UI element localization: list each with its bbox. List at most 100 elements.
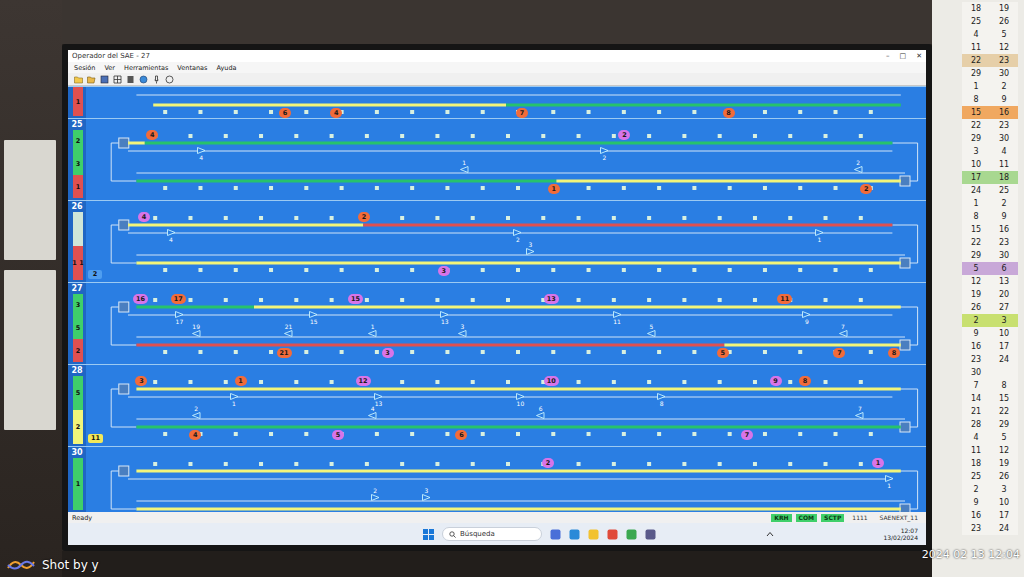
search-box[interactable]: Búsqueda <box>442 527 542 541</box>
train-badge[interactable]: 6 <box>279 108 291 118</box>
train-badge[interactable]: 13 <box>544 294 559 304</box>
train-badge[interactable]: 8 <box>723 108 735 118</box>
train-badge[interactable]: 4 <box>138 212 150 222</box>
tray-clock[interactable]: 12:0713/02/2024 <box>883 527 918 541</box>
window-title: Operador del SAE - 27 <box>72 52 150 60</box>
train-badge[interactable]: 2 <box>542 458 554 468</box>
window-control-button[interactable]: – <box>886 52 890 60</box>
taskbar-app-icon[interactable] <box>607 529 618 540</box>
menu-item[interactable]: Ventanas <box>177 64 207 72</box>
train-badge[interactable]: 3 <box>135 376 147 386</box>
calendar-day: 18 <box>962 457 990 470</box>
train-badge[interactable]: 9 <box>770 376 782 386</box>
menu-item[interactable]: Ver <box>104 64 115 72</box>
calendar-row: 1213 <box>962 275 1018 288</box>
calendar-day: 26 <box>990 470 1018 483</box>
calendar-day: 23 <box>990 54 1018 67</box>
disk-icon[interactable] <box>126 75 135 84</box>
right-arrow-icon <box>197 147 206 154</box>
train-badge[interactable]: 5 <box>717 348 729 358</box>
calendar-day: 28 <box>962 418 990 431</box>
window-control-button[interactable]: ✕ <box>916 52 922 60</box>
right-arrow-icon <box>885 475 894 482</box>
track-diagram <box>86 87 926 118</box>
menu-item[interactable]: Sesión <box>74 64 95 72</box>
tray-chevron-icon[interactable] <box>766 531 774 537</box>
train-badge[interactable]: 4 <box>189 430 201 440</box>
left-arrow-icon <box>536 412 545 419</box>
train-badge[interactable]: 7 <box>516 108 528 118</box>
calendar-row: 23 <box>962 483 1018 496</box>
calendar-day: 9 <box>962 327 990 340</box>
globe-icon[interactable] <box>139 75 148 84</box>
monitor-column: Operador del SAE - 27 – □ ✕ Sesión Ver Herrami… <box>62 0 932 577</box>
status-strip: 2 <box>73 339 83 362</box>
calendar-row: 2223 <box>962 236 1018 249</box>
calendar-day: 23 <box>962 522 990 535</box>
train-badge[interactable]: 3 <box>382 348 394 358</box>
train-badge[interactable]: 1 <box>235 376 247 386</box>
train-badge[interactable]: 2 <box>358 212 370 222</box>
left-arrow-icon <box>368 412 377 419</box>
train-badge[interactable]: 7 <box>741 430 753 440</box>
train-badge[interactable]: 2 <box>618 130 630 140</box>
windows-logo-icon[interactable] <box>423 529 434 540</box>
train-badge[interactable]: 3 <box>438 266 450 276</box>
menu-item[interactable]: Herramientas <box>124 64 168 72</box>
taskbar-app-icon[interactable] <box>550 529 561 540</box>
mic-icon[interactable] <box>152 75 161 84</box>
right-arrow-icon <box>526 248 535 255</box>
direction-arrow: 1 <box>813 229 825 243</box>
train-badge[interactable]: 5 <box>332 430 344 440</box>
menu-item[interactable]: Ayuda <box>216 64 236 72</box>
train-badge[interactable]: 10 <box>544 376 559 386</box>
monitor: Operador del SAE - 27 – □ ✕ Sesión Ver Herrami… <box>62 44 932 551</box>
train-badge[interactable]: 8 <box>799 376 811 386</box>
clock-icon[interactable] <box>165 75 174 84</box>
calendar-day: 6 <box>990 262 1018 275</box>
train-badge[interactable]: 15 <box>348 294 363 304</box>
direction-arrow: 1 <box>228 393 240 407</box>
calendar-day: 5 <box>990 28 1018 41</box>
grid-icon[interactable] <box>113 75 122 84</box>
window-control-button[interactable]: □ <box>900 52 907 60</box>
open-icon[interactable] <box>87 75 96 84</box>
calendar-day: 13 <box>990 275 1018 288</box>
folder-icon[interactable] <box>74 75 83 84</box>
taskbar-app-icon[interactable] <box>588 529 599 540</box>
direction-arrow: 2 <box>852 159 864 173</box>
taskbar-app-icon[interactable] <box>569 529 580 540</box>
train-badge[interactable]: 4 <box>330 108 342 118</box>
track-diagram <box>86 201 926 282</box>
taskbar-app-icon[interactable] <box>626 529 637 540</box>
left-arrow-icon <box>284 330 293 337</box>
train-badge[interactable]: 1 <box>872 458 884 468</box>
wall-left <box>0 0 62 577</box>
calendar-row: 1112 <box>962 41 1018 54</box>
train-badge[interactable]: 8 <box>888 348 900 358</box>
calendar-row: 1819 <box>962 2 1018 15</box>
calendar-day: 24 <box>990 522 1018 535</box>
arrow-label: 13 <box>441 318 449 325</box>
train-badge[interactable]: 16 <box>133 294 148 304</box>
calendar-row: 30 <box>962 366 1018 379</box>
watermark-brand: Shot by y <box>42 558 99 572</box>
train-badge[interactable]: 4 <box>146 130 158 140</box>
train-badge[interactable]: 6 <box>455 430 467 440</box>
line-tag: 2 <box>88 270 102 279</box>
train-badge[interactable]: 2 <box>860 184 872 194</box>
train-badge[interactable]: 21 <box>277 348 292 358</box>
calendar-row: 2829 <box>962 418 1018 431</box>
direction-arrow: 2 <box>369 487 381 501</box>
arrow-label: 7 <box>841 323 845 330</box>
calendar-day: 29 <box>990 418 1018 431</box>
train-badge[interactable]: 12 <box>356 376 371 386</box>
train-badge[interactable]: 17 <box>171 294 186 304</box>
save-icon[interactable] <box>100 75 109 84</box>
train-badge[interactable]: 7 <box>833 348 845 358</box>
train-badge[interactable]: 1 <box>548 184 560 194</box>
taskbar-app-icon[interactable] <box>645 529 656 540</box>
calendar-row: 2223 <box>962 119 1018 132</box>
calendar-row: 1516 <box>962 106 1018 119</box>
train-badge[interactable]: 11 <box>777 294 792 304</box>
